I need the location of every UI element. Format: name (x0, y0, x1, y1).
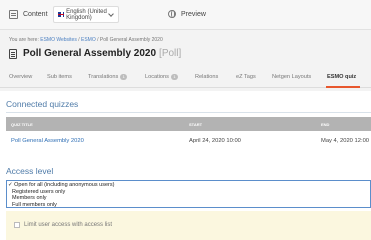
tab-esmo-quiz[interactable]: ESMO quiz (327, 74, 356, 80)
tab-ez-tags[interactable]: eZ Tags (236, 74, 256, 80)
tab-count-badge: 1 (120, 74, 128, 80)
breadcrumb: You are here: ESMO Websites / ESMO / Pol… (9, 37, 163, 43)
tab-locations[interactable]: Locations 1 (145, 74, 178, 80)
table-row: Poll General Assembly 2020 April 24, 202… (6, 131, 371, 151)
tab-sub-items[interactable]: Sub items (47, 74, 72, 80)
breadcrumb-item-current: Poll General Assembly 2020 (99, 37, 163, 43)
active-tab-indicator (326, 86, 360, 88)
uk-flag-icon (58, 12, 65, 17)
tab-count-badge: 1 (170, 74, 178, 80)
quiz-title-link[interactable]: Poll General Assembly 2020 (11, 138, 84, 144)
language-select[interactable]: English (United Kingdom) (53, 6, 119, 23)
tab-translations[interactable]: Translations 1 (88, 74, 128, 80)
breadcrumb-prefix: You are here: (9, 37, 39, 43)
connected-quizzes-section: Connected quizzes QUIZ TITLE START END P… (0, 91, 371, 157)
content-label: Content (23, 11, 48, 18)
access-level-section: Access level ✓ Open for all (including a… (0, 157, 371, 240)
divider (6, 112, 371, 113)
top-bar: Content English (United Kingdom) Preview (0, 0, 371, 30)
limit-access-label[interactable]: Limit user access with access list (24, 222, 112, 228)
content-type-label: [Poll] (159, 48, 182, 59)
access-level-heading: Access level (6, 166, 54, 176)
document-icon (9, 48, 17, 59)
table-header: QUIZ TITLE START END (6, 117, 371, 131)
page-title-row: Poll General Assembly 2020 [Poll] (9, 48, 181, 59)
tab-relations[interactable]: Relations (195, 74, 218, 80)
globe-icon (168, 10, 176, 18)
tab-netgen-layouts[interactable]: Netgen Layouts (272, 74, 311, 80)
content-list-icon (9, 10, 18, 19)
connected-quizzes-heading: Connected quizzes (6, 99, 79, 109)
breadcrumb-item-esmo-websites[interactable]: ESMO Websites (40, 37, 77, 43)
preview-label: Preview (181, 10, 206, 18)
access-list-notice: Limit user access with access list (6, 211, 371, 240)
quiz-end: May 4, 2020 12:00 (321, 138, 370, 144)
content-menu-button[interactable]: Content (9, 10, 48, 19)
access-level-listbox[interactable]: ✓ Open for all (including anonymous user… (6, 180, 371, 208)
tab-overview[interactable]: Overview (9, 74, 32, 80)
breadcrumb-item-esmo[interactable]: ESMO (81, 37, 96, 43)
limit-access-checkbox[interactable] (14, 222, 20, 228)
column-header-quiz-title: QUIZ TITLE (11, 122, 33, 127)
column-header-start: START (189, 122, 203, 127)
tab-bar: Overview Sub items Translations 1 Locatio… (0, 69, 371, 88)
column-header-end: END (321, 122, 330, 127)
option-full-members-only[interactable]: Full members only (12, 202, 57, 209)
quiz-start: April 24, 2020 10:00 (189, 138, 241, 144)
page-title: Poll General Assembly 2020 (23, 48, 157, 59)
preview-button[interactable]: Preview (168, 10, 206, 18)
